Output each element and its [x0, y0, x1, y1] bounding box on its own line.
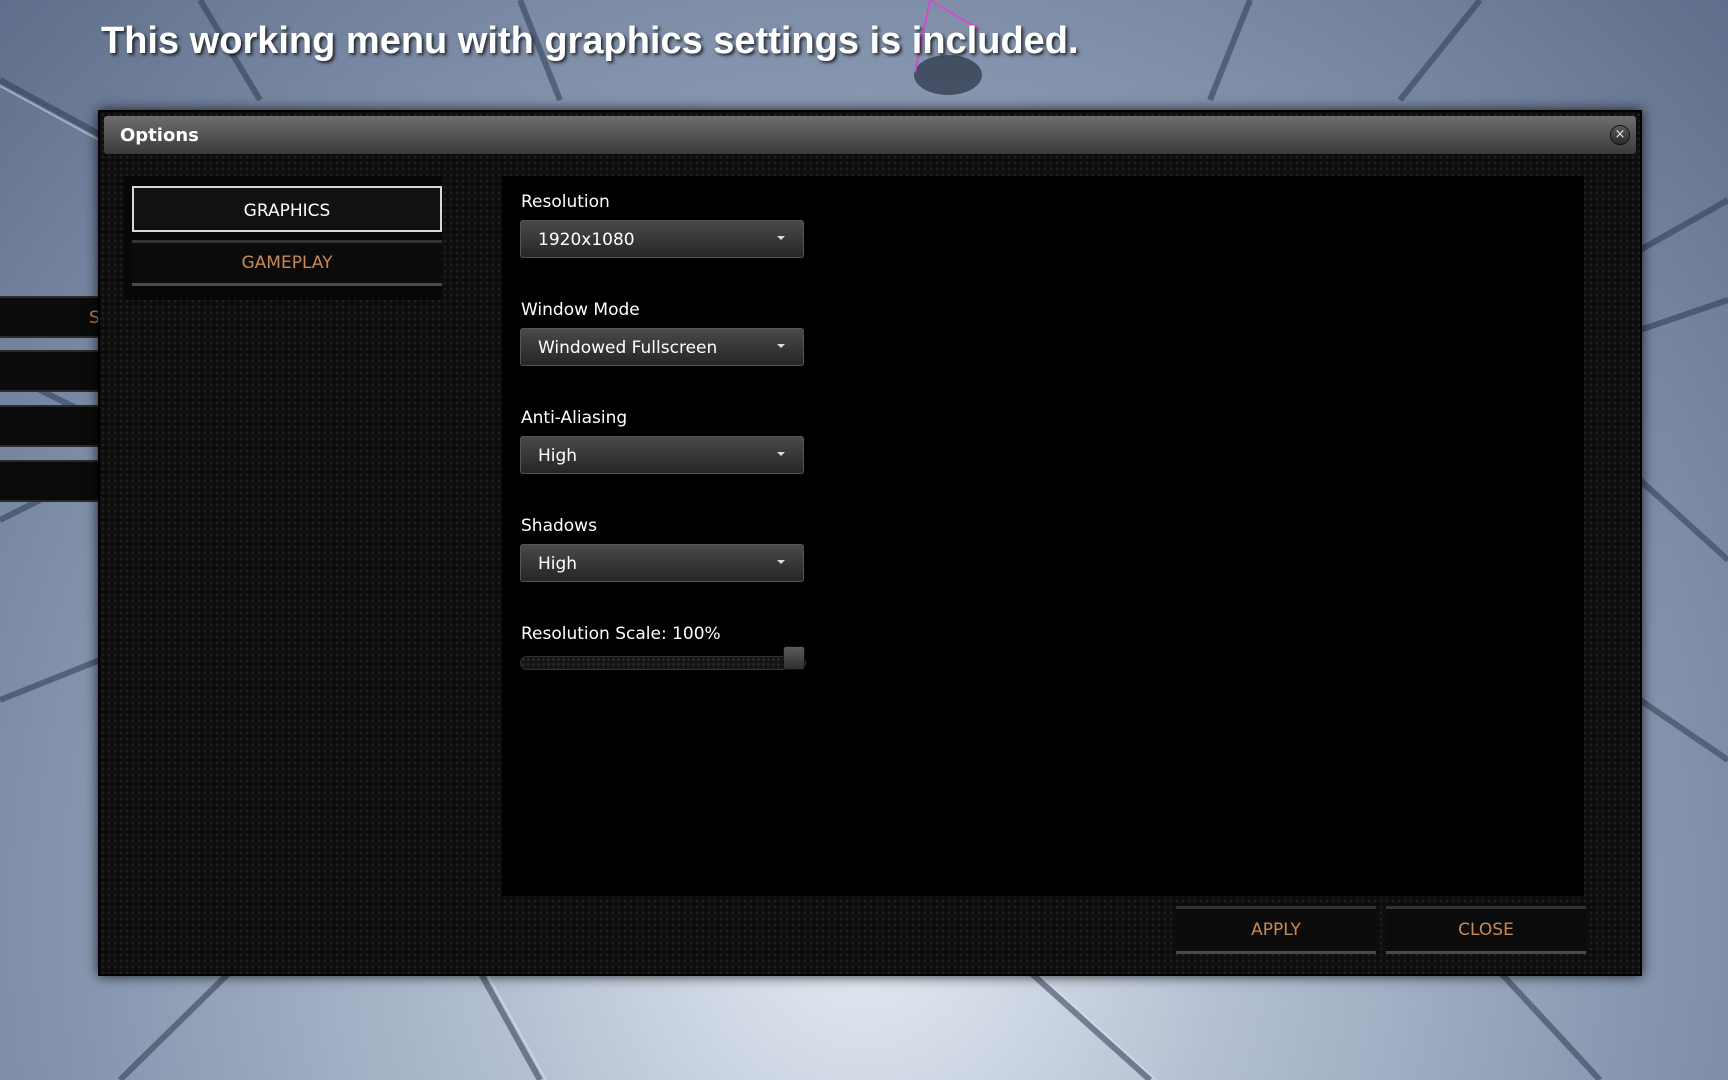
apply-button[interactable]: APPLY	[1176, 906, 1376, 954]
window-mode-value: Windowed Fullscreen	[538, 338, 718, 358]
chevron-down-icon	[777, 452, 785, 456]
shadows-value: High	[538, 554, 578, 574]
resolution-scale-slider-handle[interactable]	[783, 646, 805, 670]
background-menu-item	[0, 350, 98, 392]
resolution-scale-label: Resolution Scale: 100%	[521, 624, 721, 644]
chevron-down-icon	[777, 560, 785, 564]
graphics-settings-panel: Resolution 1920x1080 Window Mode Windowe…	[502, 176, 1584, 896]
options-tabs: GRAPHICS GAMEPLAY	[124, 176, 442, 300]
background-menu-item	[0, 405, 98, 447]
shadows-label: Shadows	[521, 516, 597, 536]
headline-caption: This working menu with graphics settings…	[101, 20, 1079, 62]
tab-gameplay[interactable]: GAMEPLAY	[132, 240, 442, 286]
chevron-down-icon	[777, 344, 785, 348]
anti-aliasing-label: Anti-Aliasing	[521, 408, 628, 428]
resolution-dropdown[interactable]: 1920x1080	[520, 220, 804, 258]
options-window: Options × GRAPHICS GAMEPLAY Resolution 1…	[98, 110, 1642, 976]
anti-aliasing-value: High	[538, 446, 578, 466]
options-titlebar[interactable]: Options ×	[104, 116, 1636, 154]
resolution-value: 1920x1080	[538, 230, 635, 250]
window-title: Options	[120, 125, 199, 146]
window-mode-label: Window Mode	[521, 300, 640, 320]
shadows-dropdown[interactable]: High	[520, 544, 804, 582]
window-mode-dropdown[interactable]: Windowed Fullscreen	[520, 328, 804, 366]
anti-aliasing-dropdown[interactable]: High	[520, 436, 804, 474]
resolution-scale-slider[interactable]	[520, 656, 806, 670]
resolution-label: Resolution	[521, 192, 610, 212]
close-icon[interactable]: ×	[1610, 125, 1630, 145]
background-menu-item: S	[0, 296, 100, 338]
chevron-down-icon	[777, 236, 785, 240]
close-button[interactable]: CLOSE	[1386, 906, 1586, 954]
background-menu-item	[0, 460, 98, 502]
tab-graphics[interactable]: GRAPHICS	[132, 186, 442, 232]
